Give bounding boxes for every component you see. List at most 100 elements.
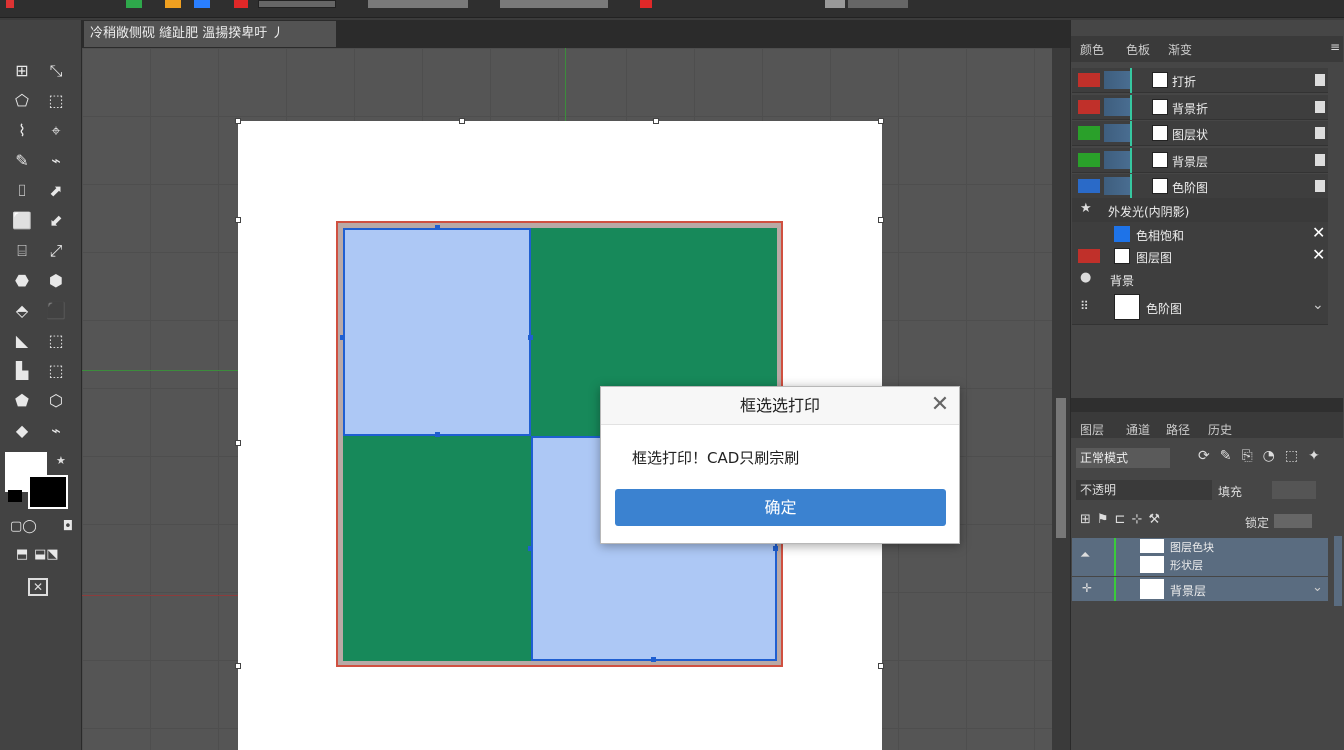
options-field[interactable] — [825, 0, 845, 8]
healing-icon[interactable]: ⌁ — [44, 150, 68, 172]
lock-icons[interactable]: ⊞⚑⊏⊹⚒ — [1080, 512, 1166, 527]
shape-icon[interactable]: ⬛ — [44, 300, 68, 322]
transform-handle[interactable] — [235, 440, 241, 446]
sponge-icon[interactable]: ◆ — [10, 420, 34, 442]
layer-options[interactable] — [1315, 127, 1325, 139]
artwork-cell-bottom-left[interactable] — [343, 436, 531, 661]
path-select-icon[interactable]: ⬘ — [10, 300, 34, 322]
swap-colors-icon[interactable]: ★ — [56, 454, 70, 467]
panel-tab-color[interactable]: 颜色 — [1080, 41, 1104, 58]
tool-icon[interactable] — [165, 0, 181, 8]
options-field[interactable] — [258, 0, 336, 8]
chevron-down-icon[interactable]: ⌄ — [1312, 580, 1323, 595]
artwork-cell-top-left[interactable] — [343, 228, 531, 436]
layer-row[interactable]: 打折 — [1072, 68, 1328, 93]
stamp-icon[interactable]: ⌷ — [10, 180, 34, 202]
anchor-point[interactable] — [651, 657, 656, 662]
panel-tab-gradient[interactable]: 渐变 — [1168, 41, 1192, 58]
type-icon[interactable]: ⬢ — [44, 270, 68, 292]
eyedropper-icon[interactable]: ⌖ — [44, 120, 68, 142]
background-color-swatch[interactable] — [28, 475, 68, 509]
rotate-icon[interactable]: ⌁ — [44, 420, 68, 442]
layer-row[interactable]: ✛ 背景层 ⌄ — [1072, 577, 1328, 601]
screen-mode-icon[interactable]: ✕ — [28, 578, 48, 596]
anchor-point[interactable] — [435, 432, 440, 437]
effect-row[interactable]: 图层图 ✕ — [1072, 244, 1328, 269]
panel-scrollbar[interactable] — [1334, 536, 1342, 606]
confirm-button[interactable]: 确定 — [615, 489, 946, 526]
anchor-point[interactable] — [435, 225, 440, 230]
history-brush-icon[interactable]: ⬈ — [44, 180, 68, 202]
pencil-icon[interactable]: ⬟ — [10, 390, 34, 412]
filter-icons[interactable]: ⟳✎⎘◔⬚✦ — [1198, 448, 1338, 468]
options-field[interactable] — [500, 0, 608, 8]
crop-icon[interactable]: ⌇ — [10, 120, 34, 142]
dodge-icon[interactable]: ⤢ — [44, 240, 68, 262]
blur-icon[interactable]: ⌸ — [10, 240, 34, 262]
fill-field[interactable] — [1272, 481, 1316, 499]
tool-icon[interactable] — [234, 0, 248, 8]
anchor-point[interactable] — [528, 335, 533, 340]
panel-tab-history[interactable]: 历史 — [1208, 421, 1232, 438]
transform-handle[interactable] — [878, 217, 884, 223]
layer-options[interactable] — [1315, 153, 1325, 166]
quickmask-icon[interactable]: ◘ — [56, 516, 80, 538]
anchor-point[interactable] — [340, 335, 345, 340]
panel-menu-icon[interactable]: ≡ — [1330, 40, 1340, 54]
options-field[interactable] — [368, 0, 468, 8]
eraser-icon[interactable]: ⬜ — [10, 210, 34, 232]
panel-tab-channels[interactable]: 通道 — [1126, 421, 1150, 438]
layer-row[interactable]: 图层状 — [1072, 121, 1328, 146]
transform-handle[interactable] — [459, 118, 465, 124]
lock-field[interactable] — [1274, 514, 1312, 528]
effect-row[interactable]: ⠿ 色阶图 ⌄ — [1072, 291, 1328, 325]
quick-select-icon[interactable]: ⬚ — [44, 90, 68, 112]
ruler-icon[interactable]: ▙ — [10, 360, 34, 382]
marquee-icon[interactable]: ⤡ — [44, 60, 68, 82]
anchor-point[interactable] — [528, 546, 533, 551]
layer-options[interactable] — [1315, 74, 1325, 86]
close-icon[interactable]: ✕ — [929, 391, 951, 419]
options-field[interactable] — [848, 0, 908, 8]
scrollbar-thumb[interactable] — [1056, 398, 1066, 538]
transform-handle[interactable] — [878, 663, 884, 669]
zoom-icon[interactable]: ⬚ — [44, 330, 68, 352]
layer-row[interactable]: 色阶图 — [1072, 174, 1328, 199]
opacity-field[interactable]: 不透明 — [1076, 480, 1212, 500]
layer-row[interactable]: 背景折 — [1072, 94, 1328, 120]
smudge-icon[interactable]: ⬡ — [44, 390, 68, 412]
lasso-icon[interactable]: ⬠ — [10, 90, 34, 112]
gradient-icon[interactable]: ⬋ — [44, 210, 68, 232]
layer-row[interactable]: 背景层 — [1072, 147, 1328, 173]
layer-row-selected[interactable]: ⏶ 图层色块 形状层 — [1072, 538, 1328, 576]
canvas-scrollbar[interactable] — [1052, 48, 1070, 750]
anchor-point[interactable] — [773, 546, 778, 551]
move-icon[interactable]: ⊞ — [10, 60, 34, 82]
panel-tab-paths[interactable]: 路径 — [1166, 421, 1190, 438]
tool-icon[interactable] — [126, 0, 142, 8]
layer-options[interactable] — [1315, 100, 1325, 113]
close-icon[interactable]: ✕ — [1312, 223, 1325, 242]
panel-tab-layers[interactable]: 图层 — [1080, 421, 1104, 438]
brush-icon[interactable]: ✎ — [10, 150, 34, 172]
transform-handle[interactable] — [235, 217, 241, 223]
default-colors-icon[interactable] — [8, 490, 22, 502]
transform-handle[interactable] — [235, 118, 241, 124]
transform-handle[interactable] — [878, 118, 884, 124]
close-icon[interactable]: ✕ — [1312, 245, 1325, 264]
tool-icon[interactable] — [194, 0, 210, 8]
chevron-down-icon[interactable]: ⌄ — [1312, 297, 1324, 313]
panel-tab-swatches[interactable]: 色板 — [1126, 41, 1150, 58]
pen-icon[interactable]: ⬣ — [10, 270, 34, 292]
transform-handle[interactable] — [653, 118, 659, 124]
screen-icon[interactable]: ⬒ — [10, 544, 34, 566]
layer-options[interactable] — [1315, 180, 1325, 192]
effect-row[interactable]: ● 背景 — [1072, 267, 1328, 292]
hand-icon[interactable]: ◣ — [10, 330, 34, 352]
mask-icon[interactable]: ▢◯ — [10, 516, 37, 538]
note-icon[interactable]: ⬚ — [44, 360, 68, 382]
frame-icon[interactable]: ⬓⬔ — [34, 544, 59, 566]
color-chip[interactable] — [640, 0, 652, 8]
blend-mode-select[interactable]: 正常模式 — [1076, 448, 1170, 468]
document-tab[interactable]: 冷稍敞侧砚 縫趾肥 溫揚揆卑吁 丿 — [84, 21, 336, 47]
